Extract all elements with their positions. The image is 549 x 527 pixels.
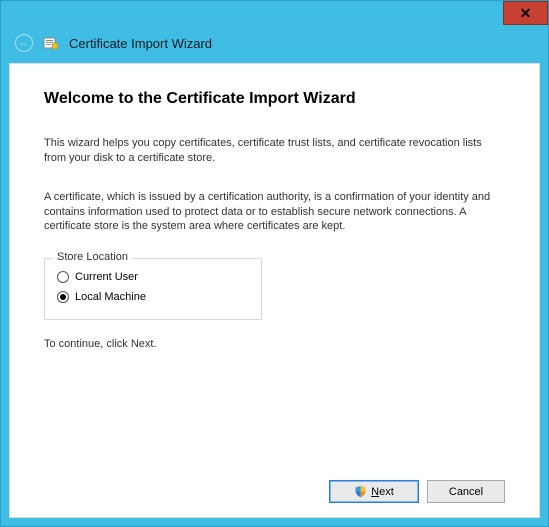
title-bar: ✕ bbox=[1, 1, 548, 25]
radio-icon bbox=[57, 271, 69, 283]
store-location-legend: Store Location bbox=[53, 251, 132, 263]
intro-text: This wizard helps you copy certificates,… bbox=[44, 136, 505, 166]
button-row: Next Cancel bbox=[44, 470, 505, 503]
radio-local-machine[interactable]: Local Machine bbox=[57, 287, 249, 307]
cancel-button[interactable]: Cancel bbox=[427, 480, 505, 503]
wizard-content: Welcome to the Certificate Import Wizard… bbox=[9, 63, 540, 518]
wizard-header: ← Certificate Import Wizard bbox=[1, 25, 548, 62]
continue-note: To continue, click Next. bbox=[44, 338, 505, 350]
wizard-title: Certificate Import Wizard bbox=[69, 36, 212, 51]
store-location-group: Store Location Current User Local Machin… bbox=[44, 258, 262, 320]
wizard-page: Welcome to the Certificate Import Wizard… bbox=[44, 90, 505, 470]
page-title: Welcome to the Certificate Import Wizard bbox=[44, 90, 505, 108]
certificate-wizard-icon bbox=[43, 35, 59, 51]
next-button[interactable]: Next bbox=[329, 480, 419, 503]
radio-label: Local Machine bbox=[75, 291, 146, 303]
radio-current-user[interactable]: Current User bbox=[57, 267, 249, 287]
shield-icon bbox=[354, 485, 367, 498]
back-arrow-icon: ← bbox=[19, 37, 30, 49]
wizard-window: ✕ ← Certificate Import Wizard Welcome to… bbox=[0, 0, 549, 527]
radio-label: Current User bbox=[75, 271, 138, 283]
close-button[interactable]: ✕ bbox=[503, 1, 548, 25]
next-label-rest: ext bbox=[379, 486, 394, 498]
cancel-label: Cancel bbox=[449, 486, 483, 498]
back-button: ← bbox=[15, 34, 33, 52]
close-icon: ✕ bbox=[520, 5, 532, 22]
radio-icon-checked bbox=[57, 291, 69, 303]
description-text: A certificate, which is issued by a cert… bbox=[44, 190, 505, 235]
